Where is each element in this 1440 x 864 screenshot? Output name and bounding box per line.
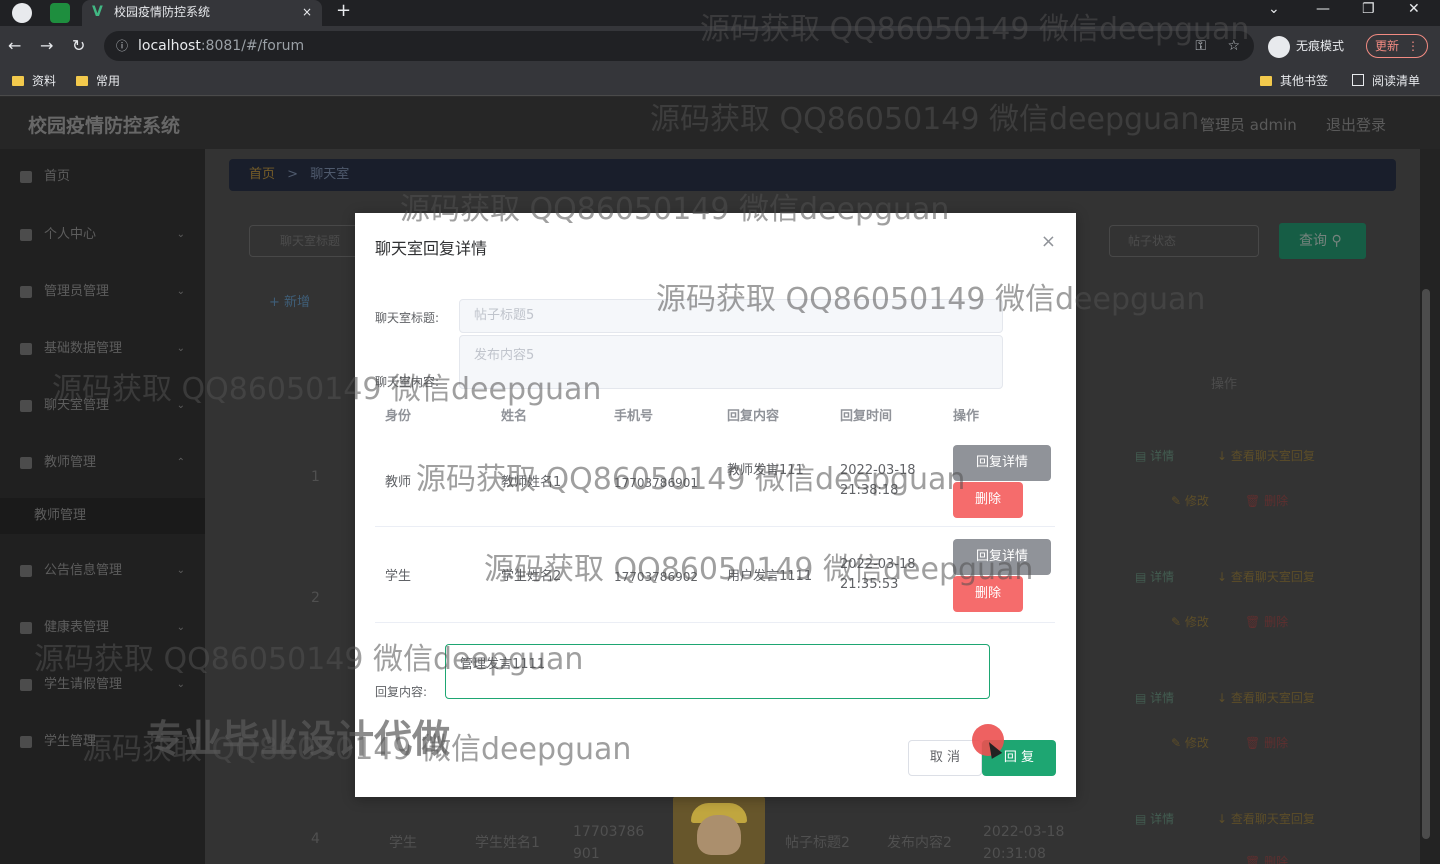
reading-list-icon [1352,74,1364,86]
tab-title: 校园疫情防控系统 [114,5,211,19]
browser-tab[interactable]: V 校园疫情防控系统 × [82,0,322,26]
row-role: 教师 [385,475,412,490]
header-content: 回复内容 [727,409,780,424]
folder-icon [12,76,24,86]
cancel-button[interactable]: 取 消 [908,740,982,776]
reading-list[interactable]: 阅读清单 [1352,72,1420,90]
update-button[interactable]: 更新 ⋮ [1366,34,1428,58]
bookmark-label: 资料 [32,74,57,88]
sheets-icon[interactable] [50,3,70,23]
folder-icon [1260,76,1272,86]
minimize-icon[interactable]: — [1316,0,1330,18]
reload-icon[interactable]: ↻ [72,36,85,55]
back-icon[interactable]: ← [8,36,21,55]
reply-label: 回复内容: [375,685,428,699]
watermark: 源码获取 QQ86050149 微信deepguan [700,12,1250,47]
close-icon[interactable]: × [1041,231,1056,252]
title-label: 聊天室标题: [375,311,440,325]
incognito-label: 无痕模式 [1296,39,1345,53]
watermark: 源码获取 QQ86050149 微信deepguan [416,462,966,497]
watermark: 源码获取 QQ86050149 微信deepguan [656,282,1206,317]
bookmark-folder-1[interactable]: 资料 [12,72,56,90]
update-label: 更新 [1375,39,1400,53]
watermark: 源码获取 QQ86050149 微信deepguan [484,552,1034,587]
tab-close-icon[interactable]: × [302,0,312,24]
promo-watermark: 专业毕业设计代做 [146,717,451,761]
menu-dots-icon: ⋮ [1407,39,1419,53]
github-icon[interactable] [12,3,32,23]
watermark: 源码获取 QQ86050149 微信deepguan [650,102,1200,137]
incognito-indicator[interactable]: 无痕模式 [1268,35,1344,58]
folder-icon [76,76,88,86]
window-close-icon[interactable]: ✕ [1408,0,1420,18]
other-bookmarks-label: 其他书签 [1280,74,1329,88]
new-tab-button[interactable]: + [336,0,351,22]
other-bookmarks[interactable]: 其他书签 [1260,72,1328,90]
restore-icon[interactable]: ❐ [1362,0,1375,18]
reading-list-label: 阅读清单 [1372,74,1421,88]
header-operations: 操作 [953,409,980,424]
bookmark-folder-2[interactable]: 常用 [76,72,120,90]
tab-search-icon[interactable]: ⌄ [1268,0,1280,18]
vue-logo-icon: V [92,4,103,20]
url-host: localhost [138,38,201,54]
incognito-icon [1268,35,1290,58]
watermark: 源码获取 QQ86050149 微信deepguan [400,192,950,227]
site-info-icon[interactable]: ⓘ [116,31,128,61]
header-time: 回复时间 [840,409,893,424]
reply-detail-button[interactable]: 回复详情 [953,445,1051,481]
watermark: 源码获取 QQ86050149 微信deepguan [52,372,602,407]
bookmark-label: 常用 [96,74,121,88]
header-phone: 手机号 [614,409,654,424]
row-role: 学生 [385,569,412,584]
forward-icon[interactable]: → [40,36,53,55]
dialog-title: 聊天室回复详情 [375,239,488,258]
watermark: 源码获取 QQ86050149 微信deepguan [34,642,584,677]
bookmarks-bar: 资料 常用 其他书签 阅读清单 [0,66,1440,96]
url-path: :8081/#/forum [200,38,305,54]
